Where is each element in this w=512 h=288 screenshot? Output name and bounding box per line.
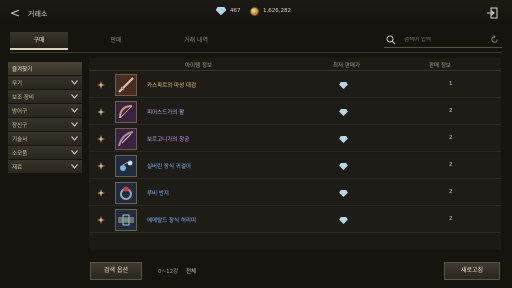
chevron-down-icon bbox=[71, 108, 78, 113]
filter-scope: 전체 bbox=[186, 269, 197, 275]
search-icon[interactable] bbox=[386, 35, 396, 45]
search-bar bbox=[384, 32, 502, 48]
item-name: 실버린 장식 귀걸이 bbox=[147, 164, 191, 170]
bow-icon bbox=[115, 101, 137, 123]
crossbow-icon bbox=[115, 128, 137, 150]
diamond-icon bbox=[339, 82, 348, 89]
greatsword-icon bbox=[115, 74, 137, 96]
page-title: 거래소 bbox=[28, 10, 48, 18]
sidebar-item-armor[interactable]: 방어구 bbox=[8, 104, 82, 117]
gold-coin-icon bbox=[250, 6, 259, 16]
table-row[interactable]: 피어스드가의 활 2 bbox=[89, 99, 501, 125]
chevron-down-icon bbox=[71, 94, 78, 99]
diamond-icon bbox=[339, 217, 348, 224]
top-bar: < 거래소 467 1,626,282 bbox=[0, 0, 512, 28]
sidebar-item-skillbook[interactable]: 기술서 bbox=[8, 132, 82, 145]
sidebar-item-label: 장신구 bbox=[12, 122, 28, 129]
favorite-star-icon[interactable] bbox=[97, 216, 105, 224]
sidebar-item-label: 보조 장비 bbox=[12, 94, 34, 101]
tab-sell[interactable]: 판매 bbox=[96, 32, 136, 50]
diamond-icon bbox=[339, 136, 348, 143]
item-quantity: 2 bbox=[449, 135, 453, 141]
diamond-icon bbox=[216, 7, 226, 15]
sidebar-item-weapon[interactable]: 무기 bbox=[8, 76, 82, 89]
item-quantity: 2 bbox=[449, 108, 453, 114]
sidebar-item-label: 소모품 bbox=[12, 150, 28, 157]
sidebar-item-sub-equipment[interactable]: 보조 장비 bbox=[8, 90, 82, 103]
item-name: 보르고니가의 창궁 bbox=[147, 137, 190, 143]
table-row[interactable]: 에메랄드 장식 허리띠 2 bbox=[89, 207, 501, 233]
chevron-down-icon bbox=[71, 164, 78, 169]
bottom-bar: 검색 옵션 0~12강 전체 새로고침 bbox=[0, 258, 512, 288]
enhance-range: 0~12강 bbox=[158, 269, 179, 275]
item-name: 루비 반지 bbox=[147, 191, 169, 197]
item-quantity: 2 bbox=[449, 216, 453, 222]
category-sidebar: 즐겨찾기 무기 보조 장비 방어구 장신구 기술서 소모품 재료 bbox=[8, 62, 82, 174]
chevron-down-icon bbox=[71, 150, 78, 155]
diamond-icon bbox=[339, 190, 348, 197]
favorite-star-icon[interactable] bbox=[97, 189, 105, 197]
column-header-sale-info: 판매 정보 bbox=[429, 63, 451, 69]
tab-buy[interactable]: 구매 bbox=[10, 32, 68, 50]
column-header-item-info: 아이템 정보 bbox=[185, 63, 213, 69]
tab-bar: 구매 판매 거래 내역 bbox=[10, 32, 320, 50]
diamond-currency: 467 bbox=[216, 5, 241, 17]
item-name: 카스파르의 마성 대검 bbox=[147, 83, 197, 89]
diamond-count: 467 bbox=[230, 8, 241, 14]
diamond-icon bbox=[339, 109, 348, 116]
refresh-button[interactable]: 새로고침 bbox=[444, 262, 500, 280]
favorite-star-icon[interactable] bbox=[97, 81, 105, 89]
gold-count: 1,626,282 bbox=[263, 8, 291, 14]
table-row[interactable]: 루비 반지 2 bbox=[89, 180, 501, 206]
sidebar-item-accessory[interactable]: 장신구 bbox=[8, 118, 82, 131]
sidebar-item-label: 재료 bbox=[12, 164, 23, 171]
back-icon[interactable]: < bbox=[10, 6, 20, 20]
ring-icon bbox=[115, 182, 137, 204]
chevron-down-icon bbox=[71, 122, 78, 127]
search-option-button[interactable]: 검색 옵션 bbox=[90, 262, 142, 280]
sidebar-item-favorites[interactable]: 즐겨찾기 bbox=[8, 62, 82, 75]
sidebar-item-consumable[interactable]: 소모품 bbox=[8, 146, 82, 159]
item-quantity: 2 bbox=[449, 189, 453, 195]
chevron-down-icon bbox=[71, 80, 78, 85]
diamond-icon bbox=[339, 163, 348, 170]
search-input[interactable] bbox=[404, 36, 484, 43]
refresh-icon[interactable] bbox=[490, 35, 499, 44]
tab-history[interactable]: 거래 내역 bbox=[166, 32, 226, 50]
sidebar-item-label: 방어구 bbox=[12, 108, 28, 115]
item-quantity: 1 bbox=[449, 81, 453, 87]
column-header-lowest-price: 최저 판매가 bbox=[333, 63, 361, 69]
table-row[interactable]: 실버린 장식 귀걸이 2 bbox=[89, 153, 501, 179]
gold-currency: 1,626,282 bbox=[250, 5, 291, 17]
sidebar-item-label: 기술서 bbox=[12, 136, 28, 143]
sidebar-item-material[interactable]: 재료 bbox=[8, 160, 82, 173]
earring-icon bbox=[115, 155, 137, 177]
sidebar-item-label: 즐겨찾기 bbox=[12, 66, 33, 73]
item-table: 아이템 정보 최저 판매가 판매 정보 카스파르의 마성 대검 1 피어스드가의… bbox=[89, 58, 501, 250]
favorite-star-icon[interactable] bbox=[97, 162, 105, 170]
item-name: 에메랄드 장식 허리띠 bbox=[147, 218, 197, 224]
table-row[interactable]: 보르고니가의 창궁 2 bbox=[89, 126, 501, 152]
table-header: 아이템 정보 최저 판매가 판매 정보 bbox=[89, 58, 501, 71]
item-quantity: 2 bbox=[449, 162, 453, 168]
exit-icon[interactable] bbox=[486, 7, 498, 19]
item-name: 피어스드가의 활 bbox=[147, 110, 185, 116]
header-divider bbox=[10, 52, 502, 53]
chevron-down-icon bbox=[71, 136, 78, 141]
favorite-star-icon[interactable] bbox=[97, 135, 105, 143]
favorite-star-icon[interactable] bbox=[97, 108, 105, 116]
belt-icon bbox=[115, 209, 137, 231]
table-row[interactable]: 카스파르의 마성 대검 1 bbox=[89, 72, 501, 98]
sidebar-item-label: 무기 bbox=[12, 80, 23, 87]
